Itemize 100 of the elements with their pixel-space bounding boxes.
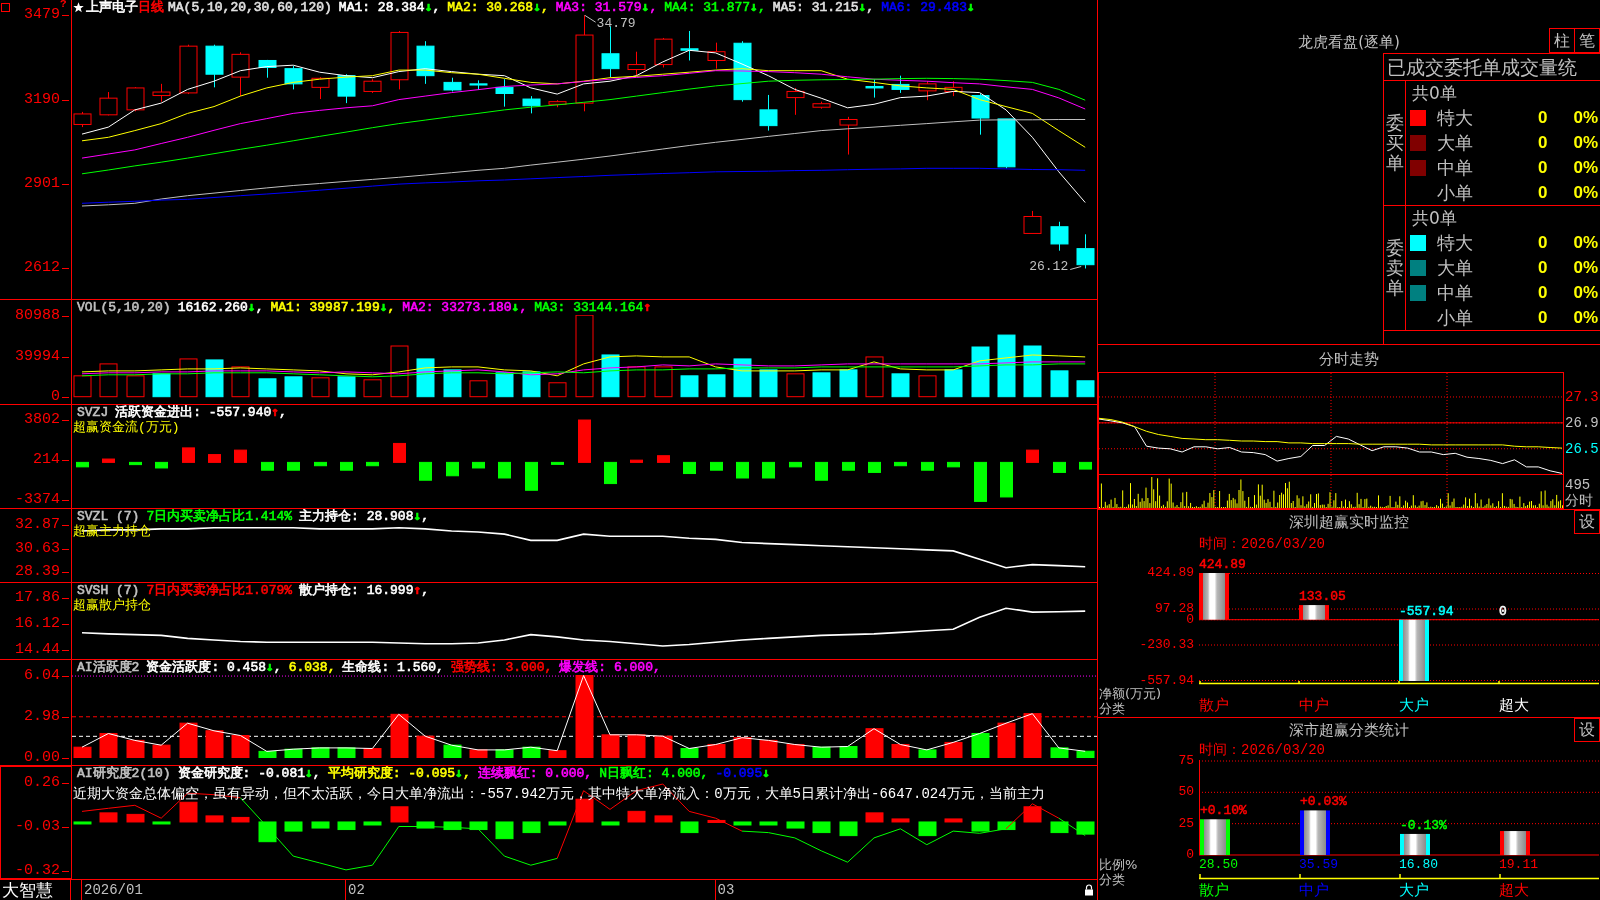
axis-label: -0.03 [15,820,69,833]
category-label: 中户 [1299,697,1329,714]
indicator-title: 超赢散户持仓 [73,598,151,613]
indicator-value: MA3: 31.579↓, [555,0,658,15]
order-size-label: 大单 [1437,131,1473,154]
axis-label: 14.44 [15,644,69,656]
order-total: 共0单 [1412,207,1457,230]
order-size-label: 特大 [1437,231,1473,254]
date-label: 2026/01 [81,880,143,900]
order-count: 0 [1537,282,1548,303]
indicator-value: 7日内买卖净占比1.414% [146,509,293,524]
axis-label: 3479 [24,9,69,22]
axis-title: 分类 [1099,872,1125,887]
axis-label: 0 [1186,614,1194,625]
order-share: 0% [1573,182,1598,203]
price-tick-label: 27.3 [1565,389,1599,404]
value-label: 0 [1499,604,1507,619]
date-label: 03 [714,880,735,900]
indicator-name: AI研究度2(10) [77,766,171,781]
price-tick-label: 26.9 [1565,415,1599,430]
axis-label: 39994 [15,350,69,363]
order-count: 0 [1537,307,1548,328]
axis-label: 2901 [24,178,69,191]
panel-title: 深圳超赢实时监控 [1289,513,1409,531]
indicator-value: 7日内买卖净占比1.079% [146,583,293,598]
indicator-value: 散户持仓: 16.999↑, [299,583,430,598]
axis-label: 0 [1186,850,1194,860]
order-share: 0% [1573,157,1598,178]
indicator-value: 连续飘红: 0.000, [477,766,593,781]
axis-label: 2612 [24,262,69,275]
indicator-value: N日飘红: 4.000, [599,766,709,781]
indicator-value: 主力持仓: 28.908↓, [299,509,430,524]
value-label: 133.05 [1299,590,1346,605]
axis-label: 80988 [15,310,69,323]
order-count: 0 [1537,132,1548,153]
indicator-value: MA5: 31.215↓, [772,0,875,15]
indicator-value: MA2: 30.268↓, [447,0,549,15]
category-label: 大户 [1399,882,1429,899]
indicator-name: SVZJ [77,405,109,420]
indicator-value: MA4: 31.877↓, [664,0,766,15]
axis-label: 30.63 [15,542,69,555]
order-share: 0% [1573,232,1598,253]
indicator-value: 强势线: 3.000, [450,660,553,675]
order-size-label: 小单 [1437,306,1473,329]
axis-label: 97.28 [1155,604,1194,614]
axis-label: -557.94 [1139,676,1194,686]
order-size-label: 大单 [1437,256,1473,279]
indicator-value: MA3: 33144.164↑ [534,300,652,315]
axis-label: 0 [51,390,69,403]
indicator-value: 活跃资金进出: -557.940↑, [115,405,287,420]
order-share: 0% [1573,307,1598,328]
order-count: 0 [1537,182,1548,203]
indicator-value: 16162.260↓, [177,300,264,315]
period-label: 日线 [138,0,164,15]
value-label: 16.80 [1399,857,1438,872]
order-count: 0 [1537,157,1548,178]
indicator-value: 爆发线: 6.000, [559,660,661,675]
axis-label: 75 [1178,756,1194,766]
indicator-value: MA2: 33273.180↓, [402,300,528,315]
value-label: 28.50 [1199,857,1238,872]
order-share: 0% [1573,107,1598,128]
axis-title: 净额(万元) [1099,686,1162,701]
axis-label: 16.12 [15,618,69,631]
category-label: 散户 [1199,882,1229,899]
indicator-name: VOL(5,10,20) [77,300,171,315]
category-label: 中户 [1299,882,1329,899]
axis-label: 28.39 [15,566,69,578]
category-label: 超大 [1499,697,1529,714]
category-label: 散户 [1199,697,1229,714]
low-price-label: 26.12 [1029,260,1069,275]
order-share: 0% [1573,257,1598,278]
axis-label: -3374 [15,494,69,506]
axis-label: 6.04 [24,669,69,682]
indicator-value: 资金研究度: -0.081↓, [177,766,321,781]
order-share: 0% [1573,132,1598,153]
high-price-label: 34.79 [596,17,636,32]
order-size-label: 特大 [1437,106,1473,129]
table-title: 已成交委托单成交量统 [1387,56,1577,78]
axis-label: 50 [1178,787,1194,798]
category-label: 大户 [1399,697,1429,714]
axis-title: 分类 [1099,701,1125,716]
indicator-name: SVSH (7) [77,583,140,598]
stock-name: 上声电子 [86,0,138,15]
order-count: 0 [1537,232,1548,253]
indicator-name: AI活跃度2 [77,660,140,675]
axis-label: 424.89 [1147,568,1194,578]
indicator-name: SVZL (7) [77,509,140,524]
value-label: 424.89 [1199,558,1246,572]
axis-title: 比例% [1099,857,1138,872]
axis-label: 2.98 [24,711,69,724]
axis-label: 0.00 [24,751,69,764]
change-label: +0.10% [1200,804,1247,819]
axis-label: 3802 [24,414,69,426]
order-size-label: 小单 [1437,181,1473,204]
axis-label: -0.32 [15,864,69,877]
chart-date: 时间：2026/03/20 [1199,535,1325,554]
volume-tick-label: 495 [1565,477,1591,493]
order-count: 0 [1537,257,1548,278]
group-label: 委买单 [1385,113,1404,173]
value-label: 35.59 [1299,857,1338,872]
